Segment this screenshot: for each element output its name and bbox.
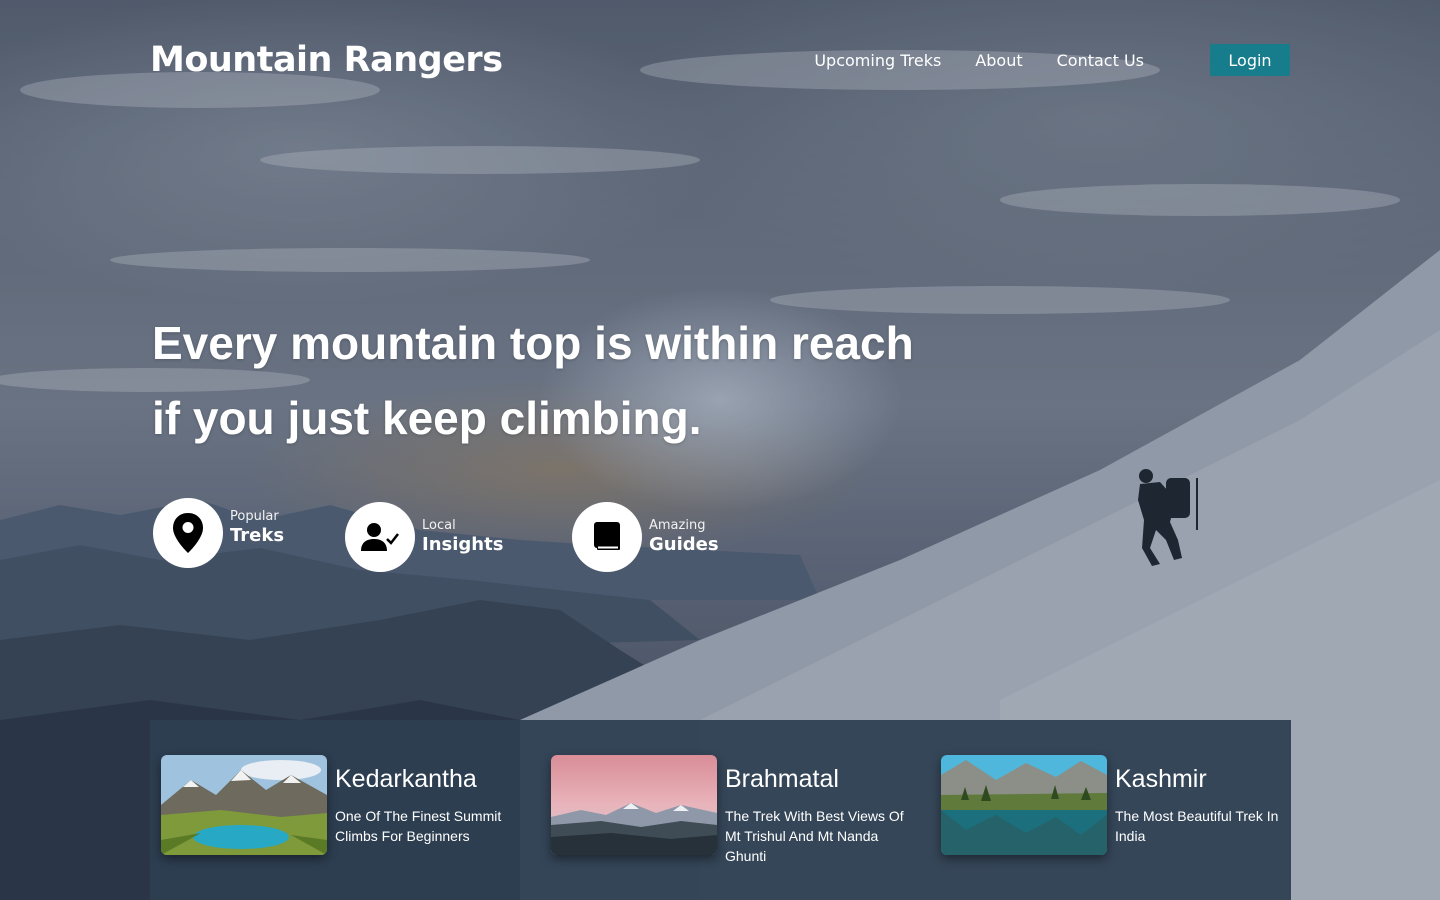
feature-popular-treks[interactable]: Popular Treks bbox=[153, 498, 284, 568]
hero-line-2: if you just keep climbing. bbox=[152, 392, 702, 444]
trek-cards-panel: Kedarkantha One Of The Finest Summit Cli… bbox=[150, 720, 1291, 900]
pink-sky-mountain-image bbox=[551, 755, 717, 855]
trek-title: Kedarkantha bbox=[335, 765, 477, 793]
book-icon bbox=[572, 502, 642, 572]
main-nav: Upcoming Treks About Contact Us Login bbox=[814, 44, 1290, 76]
site-header: Mountain Rangers Upcoming Treks About Co… bbox=[150, 36, 1290, 84]
feature-big-label: Insights bbox=[422, 534, 504, 555]
login-button[interactable]: Login bbox=[1210, 44, 1290, 76]
trek-description: The Trek With Best Views Of Mt Trishul A… bbox=[725, 808, 904, 864]
feature-small-label: Popular bbox=[230, 509, 279, 525]
hero-headline: Every mountain top is within reach if yo… bbox=[152, 306, 914, 456]
mountain-lake-reflection-image bbox=[941, 755, 1107, 855]
feature-amazing-guides[interactable]: Amazing Guides bbox=[572, 502, 719, 572]
feature-big-label: Guides bbox=[649, 534, 719, 555]
trek-card-kashmir[interactable]: Kashmir The Most Beautiful Trek In India bbox=[941, 755, 1295, 855]
feature-local-insights[interactable]: Local Insights bbox=[345, 502, 503, 572]
feature-big-label: Treks bbox=[230, 525, 285, 546]
nav-upcoming-treks[interactable]: Upcoming Treks bbox=[814, 51, 941, 70]
trek-card-kedarkantha[interactable]: Kedarkantha One Of The Finest Summit Cli… bbox=[161, 755, 515, 855]
hero-line-1: Every mountain top is within reach bbox=[152, 317, 914, 369]
feature-small-label: Amazing bbox=[649, 518, 706, 534]
feature-small-label: Local bbox=[422, 518, 456, 534]
trek-title: Brahmatal bbox=[725, 765, 839, 793]
site-logo[interactable]: Mountain Rangers bbox=[150, 40, 503, 80]
nav-contact-us[interactable]: Contact Us bbox=[1057, 51, 1144, 70]
trek-description: One Of The Finest Summit Climbs For Begi… bbox=[335, 808, 502, 844]
alpine-lake-valley-image bbox=[161, 755, 327, 855]
nav-about[interactable]: About bbox=[975, 51, 1022, 70]
map-pin-icon bbox=[153, 498, 223, 568]
trek-description: The Most Beautiful Trek In India bbox=[1115, 808, 1279, 844]
user-check-icon bbox=[345, 502, 415, 572]
trek-card-brahmatal[interactable]: Brahmatal The Trek With Best Views Of Mt… bbox=[551, 755, 905, 866]
trek-title: Kashmir bbox=[1115, 765, 1207, 793]
